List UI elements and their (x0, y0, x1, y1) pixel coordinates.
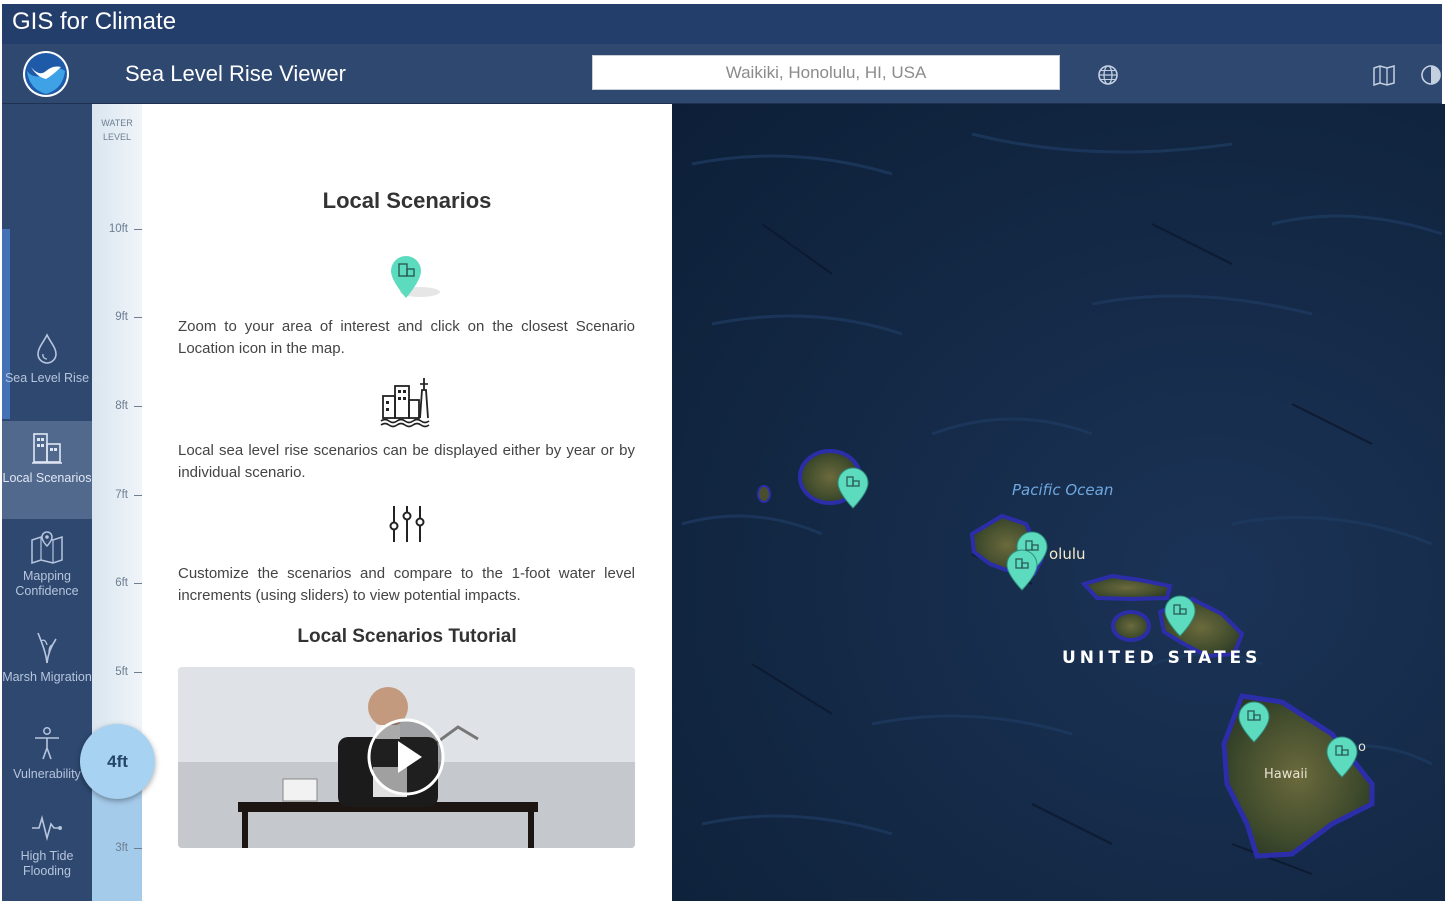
sidebar-item-high-tide-flooding[interactable]: High Tide Flooding (2, 810, 92, 901)
sidebar-item-local-scenarios[interactable]: Local Scenarios (2, 421, 92, 519)
viewer-title: Sea Level Rise Viewer (125, 61, 346, 86)
water-level-tick: 7ft (92, 488, 142, 502)
noaa-logo[interactable] (23, 51, 69, 97)
map-canvas (681, 132, 1443, 875)
basemap-icon[interactable] (1373, 64, 1395, 86)
tutorial-title: Local Scenarios Tutorial (297, 626, 517, 647)
water-level-handle[interactable]: 4ft (80, 724, 155, 799)
sliders-icon (389, 506, 425, 542)
sidebar-item-label: High Tide Flooding (20, 849, 74, 878)
water-drop-icon (37, 333, 57, 364)
map-view[interactable]: Pacific Ocean olulu UNITED STATES Hawaii… (672, 104, 1445, 901)
sidebar-item-label: Mapping Confidence (15, 569, 79, 598)
map-label-ocean: Pacific Ocean (1012, 481, 1114, 499)
map-label-country: UNITED STATES (1062, 648, 1262, 668)
play-icon[interactable] (366, 717, 446, 797)
buildings-icon (32, 433, 62, 464)
local-scenarios-panel: Local Scenarios Zoom to your area of int… (142, 104, 672, 901)
sidebar-item-label: Marsh Migration (2, 670, 92, 684)
water-level-tick: 9ft (92, 310, 142, 324)
contrast-icon[interactable] (1420, 64, 1442, 86)
sidebar-item-sea-level-rise[interactable]: Sea Level Rise (2, 332, 92, 430)
scenario-marker-icon (391, 256, 440, 298)
sidebar-item-label: Local Scenarios (2, 471, 92, 485)
globe-icon[interactable] (1097, 64, 1119, 86)
map-pin-icon (31, 531, 63, 564)
sidebar-item-label: Sea Level Rise (4, 371, 90, 385)
pulse-icon (32, 814, 62, 842)
water-level-tick: 3ft (92, 841, 142, 855)
person-icon (35, 727, 59, 760)
sidebar-item-mapping-confidence[interactable]: Mapping Confidence (2, 524, 92, 622)
sidebar-item-label: Vulnerability (13, 767, 81, 781)
water-level-tick: 10ft (92, 222, 142, 236)
map-label-edge: o (1358, 740, 1366, 755)
water-level-caption: WATER LEVEL (101, 118, 133, 142)
map-label-island: Hawaii (1264, 767, 1308, 782)
coastal-buildings-icon (380, 378, 430, 428)
panel-text-zoom: Zoom to your area of interest and click … (178, 318, 635, 357)
top-toolbar: Sea Level Rise Viewer Waikiki, Honolulu,… (2, 44, 1442, 104)
panel-text-customize: Customize the scenarios and compare to t… (178, 565, 635, 604)
sidebar-item-marsh-migration[interactable]: Marsh Migration (2, 626, 92, 724)
map-label-city: olulu (1049, 545, 1086, 563)
app-title-bar: GIS for Climate (2, 4, 1442, 44)
location-search-input[interactable]: Waikiki, Honolulu, HI, USA (592, 55, 1060, 90)
tutorial-video[interactable] (178, 667, 635, 848)
water-level-tick: 8ft (92, 399, 142, 413)
noaa-logo-icon (25, 53, 67, 95)
panel-title: Local Scenarios (322, 188, 492, 213)
marsh-icon (37, 632, 57, 664)
app-title: GIS for Climate (12, 8, 177, 35)
water-level-tick: 5ft (92, 665, 142, 679)
sidebar-nav: Sea Level Rise Local Scenarios Mapping C… (2, 104, 92, 901)
water-level-tick: 6ft (92, 576, 142, 590)
panel-text-display: Local sea level rise scenarios can be di… (178, 442, 635, 481)
